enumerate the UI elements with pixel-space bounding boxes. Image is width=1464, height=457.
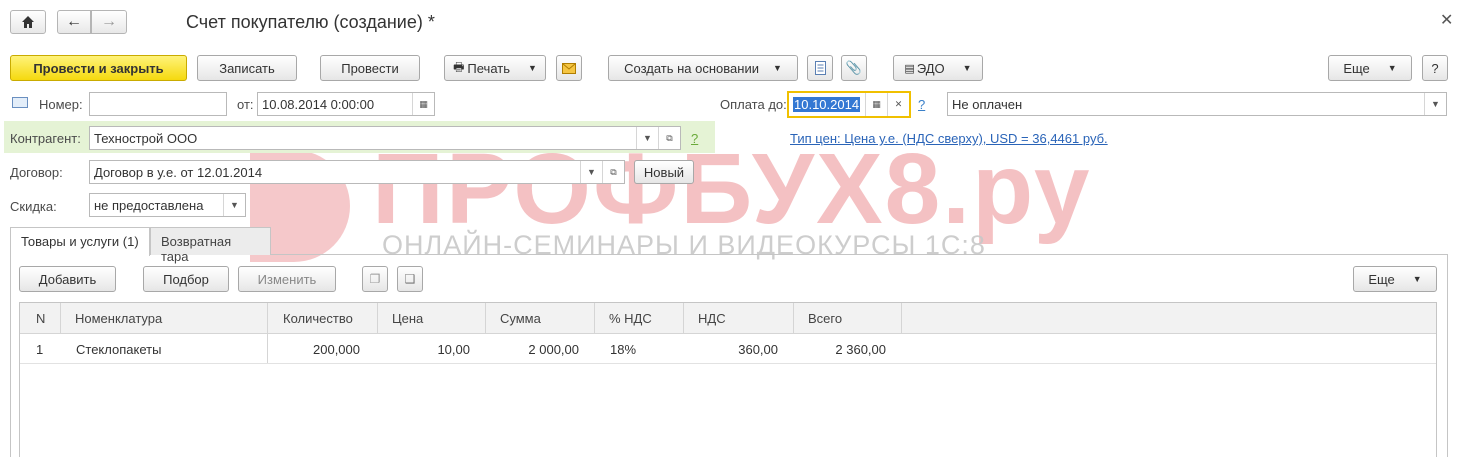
calendar-icon[interactable]: ▦ xyxy=(865,93,887,116)
save-button[interactable]: Записать xyxy=(197,55,297,81)
cell-vat-rate: 18% xyxy=(610,342,637,357)
chevron-down-icon: ▼ xyxy=(1412,274,1422,284)
pay-until-label: Оплата до: xyxy=(720,97,787,112)
price-type-link[interactable]: Тип цен: Цена у.е. (НДС сверху), USD = 3… xyxy=(790,131,1108,146)
cell-price: 10,00 xyxy=(437,342,470,357)
cell-quantity: 200,000 xyxy=(313,342,360,357)
print-button[interactable]: 🖶 Печать ▼ xyxy=(444,55,546,81)
print-label: Печать xyxy=(467,60,510,76)
document-icon xyxy=(814,61,826,75)
goods-table: N Номенклатура Количество Цена Сумма % Н… xyxy=(19,302,1437,457)
copy-button[interactable]: ❐ xyxy=(362,266,388,292)
post-button[interactable]: Провести xyxy=(320,55,420,81)
cell-nomenclature: Стеклопакеты xyxy=(76,342,162,357)
paste-icon: ❑ xyxy=(404,272,416,286)
tab-goods-services[interactable]: Товары и услуги (1) xyxy=(10,227,150,256)
calendar-icon[interactable]: ▦ xyxy=(412,93,434,115)
cell-vat: 360,00 xyxy=(738,342,778,357)
col-sum[interactable]: Сумма xyxy=(486,303,595,334)
chevron-down-icon: ▼ xyxy=(772,63,782,73)
col-vat-rate[interactable]: % НДС xyxy=(595,303,684,334)
col-price[interactable]: Цена xyxy=(378,303,486,334)
table-more-label: Еще xyxy=(1368,271,1395,287)
table-more-button[interactable]: Еще ▼ xyxy=(1353,266,1437,292)
new-contract-button[interactable]: Новый xyxy=(634,160,694,184)
email-button[interactable] xyxy=(556,55,582,81)
col-total[interactable]: Всего xyxy=(794,303,902,334)
payment-status-select[interactable]: Не оплачен ▼ xyxy=(947,92,1447,116)
tab-returnable-packaging[interactable]: Возвратная тара xyxy=(150,227,271,264)
edo-button[interactable]: ▤ ЭДО ▼ xyxy=(893,55,983,81)
close-icon[interactable]: ✕ xyxy=(1440,10,1453,30)
page-title: Счет покупателю (создание) * xyxy=(186,12,435,32)
arrow-right-icon: → xyxy=(101,13,117,30)
edo-icon: ▤ xyxy=(904,62,915,75)
cell-total: 2 360,00 xyxy=(835,342,886,357)
printer-icon: 🖶 xyxy=(453,59,465,74)
envelope-icon xyxy=(562,62,576,74)
col-nomenclature[interactable]: Номенклатура xyxy=(61,303,268,334)
counterparty-help[interactable]: ? xyxy=(691,131,698,146)
chevron-down-icon[interactable]: ▼ xyxy=(580,161,602,183)
card-icon xyxy=(12,97,28,108)
discount-label: Скидка: xyxy=(10,199,57,214)
contract-value: Договор в у.е. от 12.01.2014 xyxy=(94,165,263,180)
cell-sum: 2 000,00 xyxy=(528,342,579,357)
counterparty-value: Технострой ООО xyxy=(94,131,198,146)
col-quantity[interactable]: Количество xyxy=(268,303,378,334)
create-based-on-button[interactable]: Создать на основании ▼ xyxy=(608,55,798,81)
chevron-down-icon[interactable]: ▼ xyxy=(223,194,245,216)
discount-select[interactable]: не предоставлена ▼ xyxy=(89,193,246,217)
col-n[interactable]: N xyxy=(20,303,61,334)
open-icon[interactable]: ⧉ xyxy=(602,161,624,183)
date-value: 10.08.2014 0:00:00 xyxy=(262,97,375,112)
clear-icon[interactable]: ✕ xyxy=(887,93,909,116)
contract-label: Договор: xyxy=(10,165,63,180)
discount-value: не предоставлена xyxy=(94,198,204,213)
forward-button[interactable]: → xyxy=(91,10,127,34)
add-button[interactable]: Добавить xyxy=(19,266,116,292)
edit-button[interactable]: Изменить xyxy=(238,266,336,292)
contract-field[interactable]: Договор в у.е. от 12.01.2014 ▼ ⧉ xyxy=(89,160,625,184)
row-divider xyxy=(20,363,1436,364)
arrow-left-icon: ← xyxy=(66,13,82,30)
create-based-label: Создать на основании xyxy=(624,60,759,76)
document-button[interactable] xyxy=(807,55,833,81)
more-button[interactable]: Еще ▼ xyxy=(1328,55,1412,81)
counterparty-field[interactable]: Технострой ООО ▼ ⧉ xyxy=(89,126,681,150)
number-field[interactable] xyxy=(89,92,227,116)
home-icon xyxy=(22,16,34,28)
paperclip-icon: 📎 xyxy=(845,60,863,75)
help-button[interactable]: ? xyxy=(1422,55,1448,81)
more-label: Еще xyxy=(1343,60,1370,76)
chevron-down-icon: ▼ xyxy=(1387,63,1397,73)
paste-button[interactable]: ❑ xyxy=(397,266,423,292)
chevron-down-icon[interactable]: ▼ xyxy=(1424,93,1446,115)
date-field[interactable]: 10.08.2014 0:00:00 ▦ xyxy=(257,92,435,116)
number-label: Номер: xyxy=(39,97,83,112)
col-vat[interactable]: НДС xyxy=(684,303,794,334)
back-button[interactable]: ← xyxy=(57,10,91,34)
open-icon[interactable]: ⧉ xyxy=(658,127,680,149)
payment-status-value: Не оплачен xyxy=(952,97,1023,112)
counterparty-label: Контрагент: xyxy=(10,131,81,146)
chevron-down-icon: ▼ xyxy=(962,63,972,73)
edo-label: ЭДО xyxy=(916,60,945,76)
from-label: от: xyxy=(237,97,254,112)
attach-button[interactable]: 📎 xyxy=(841,55,867,81)
post-and-close-button[interactable]: Провести и закрыть xyxy=(10,55,187,81)
pay-until-value: 10.10.2014 xyxy=(793,97,861,112)
chevron-down-icon: ▼ xyxy=(528,63,537,73)
pick-button[interactable]: Подбор xyxy=(143,266,229,292)
table-header: N Номенклатура Количество Цена Сумма % Н… xyxy=(20,303,1436,334)
home-button[interactable] xyxy=(10,10,46,34)
pay-until-help[interactable]: ? xyxy=(918,97,925,112)
pay-until-field[interactable]: 10.10.2014 ▦ ✕ xyxy=(787,91,911,118)
cell-n: 1 xyxy=(36,342,44,357)
copy-icon: ❐ xyxy=(369,272,381,286)
chevron-down-icon[interactable]: ▼ xyxy=(636,127,658,149)
